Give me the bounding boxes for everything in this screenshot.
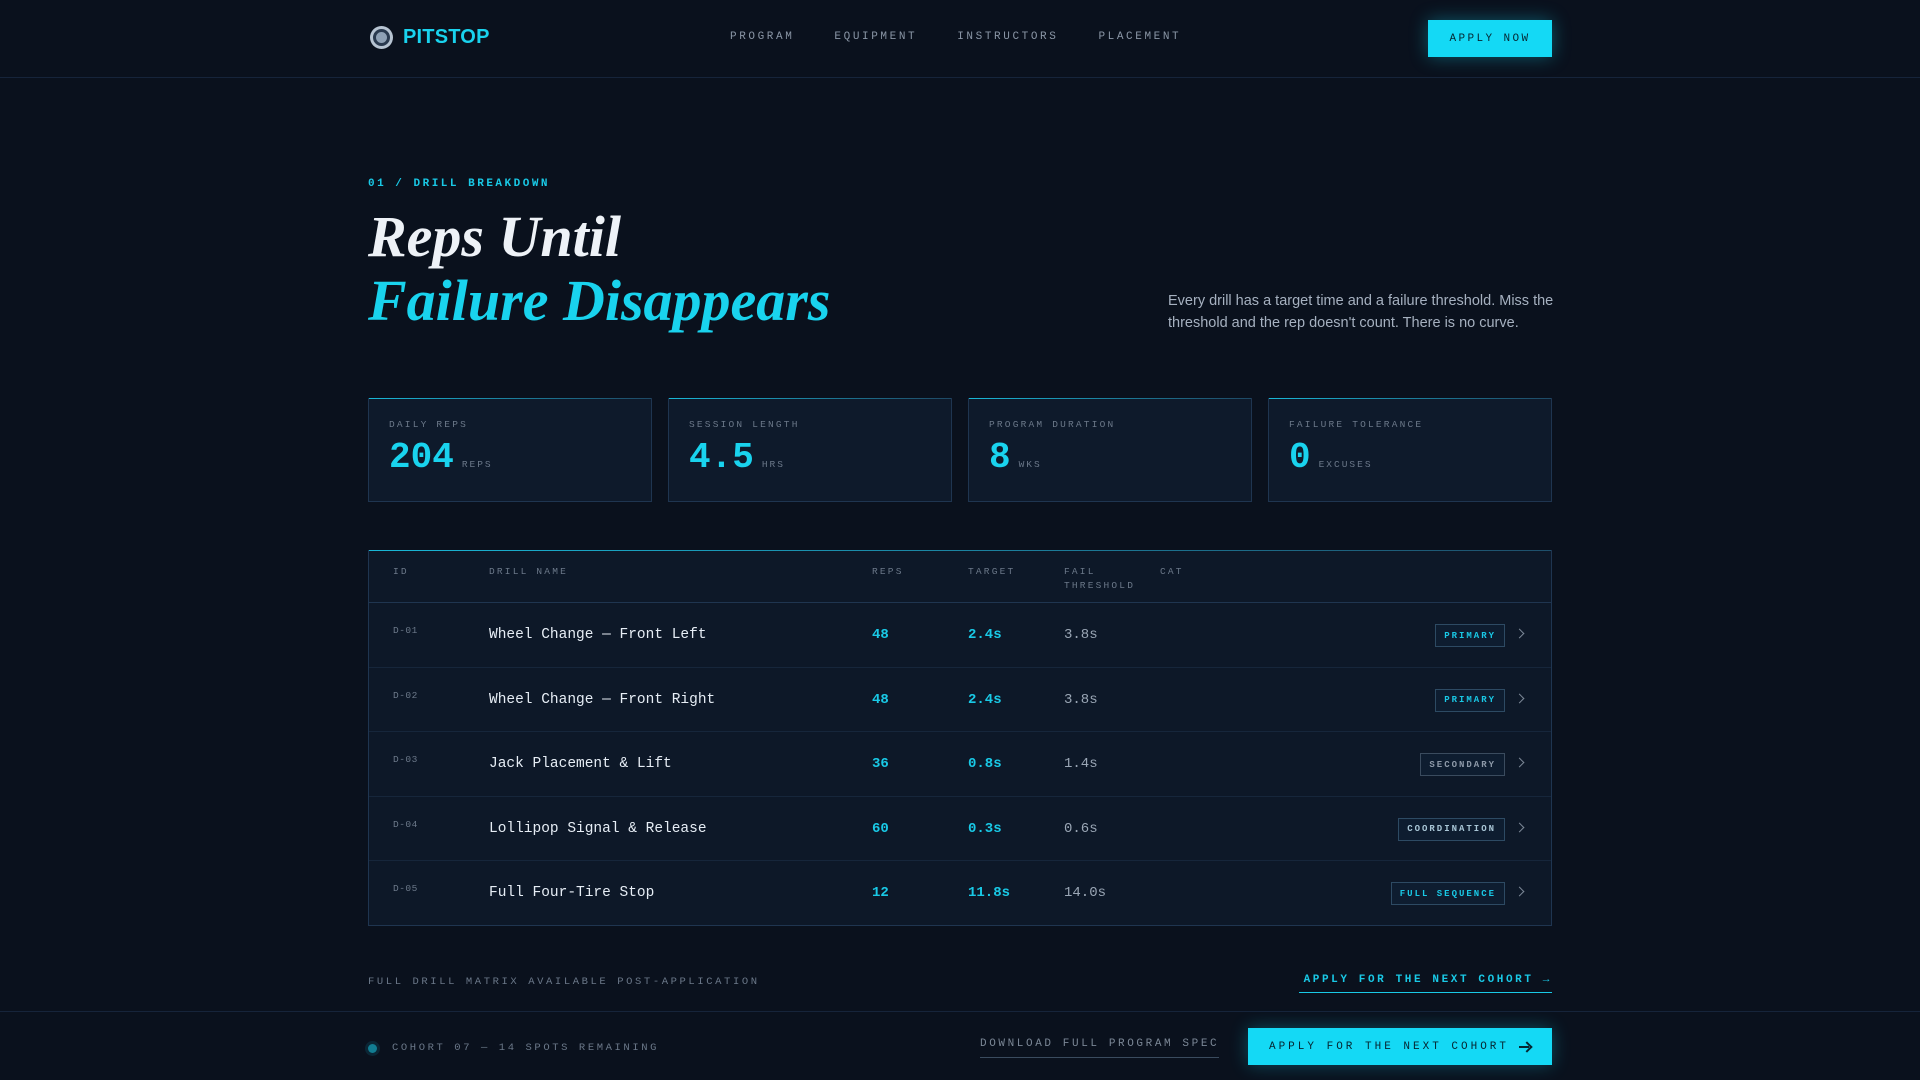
stats-row: DAILY REPS 204 REPS SESSION LENGTH 4.5 H… bbox=[368, 398, 1552, 502]
drill-name: Jack Placement & Lift bbox=[489, 756, 672, 772]
column-header-fail: FAIL bbox=[1064, 566, 1096, 577]
chevron-right-icon[interactable] bbox=[1515, 627, 1525, 641]
stat-value: 204 bbox=[389, 437, 454, 478]
drill-id: D-01 bbox=[393, 625, 418, 636]
nav-equipment[interactable]: EQUIPMENT bbox=[834, 31, 917, 43]
stat-unit: EXCUSES bbox=[1318, 459, 1373, 470]
bottom-bar: COHORT 07 — 14 SPOTS REMAINING DOWNLOAD … bbox=[0, 1011, 1920, 1080]
column-header-drill-name: DRILL NAME bbox=[489, 566, 569, 577]
drill-reps: 48 bbox=[872, 627, 889, 643]
stat-label: FAILURE TOLERANCE bbox=[1289, 419, 1424, 430]
column-header-fail-threshold: FAIL THRESHOLD bbox=[1064, 565, 1135, 593]
chevron-right-icon[interactable] bbox=[1515, 821, 1525, 835]
apply-button-label: APPLY FOR THE NEXT COHORT bbox=[1268, 1040, 1510, 1053]
drill-fail-threshold: 3.8s bbox=[1064, 627, 1098, 643]
category-badge: COORDINATION bbox=[1398, 817, 1505, 841]
chevron-right-icon[interactable] bbox=[1515, 885, 1525, 899]
title-line-2: Failure Disappears bbox=[368, 268, 831, 333]
stat-card-failure-tolerance: FAILURE TOLERANCE 0 EXCUSES bbox=[1268, 398, 1552, 502]
drill-id: D-04 bbox=[393, 818, 418, 830]
page-title: Reps Until Failure Disappears bbox=[368, 205, 830, 333]
brand-logo[interactable]: PITSTOP bbox=[370, 26, 490, 49]
nav-instructors[interactable]: INSTRUCTORS bbox=[957, 31, 1058, 43]
column-header-reps: REPS bbox=[872, 566, 904, 577]
drill-reps: 60 bbox=[872, 820, 889, 837]
drill-reps: 36 bbox=[872, 756, 889, 772]
drill-name: Wheel Change — Front Left bbox=[489, 627, 707, 643]
drill-name: Wheel Change — Front Right bbox=[489, 691, 716, 708]
drill-table: ID DRILL NAME REPS TARGET FAIL THRESHOLD… bbox=[368, 550, 1552, 926]
drill-reps: 48 bbox=[872, 691, 889, 708]
status-dot-icon bbox=[368, 1044, 377, 1053]
apply-next-cohort-button[interactable]: APPLY FOR THE NEXT COHORT bbox=[1248, 1028, 1552, 1065]
stat-card-program-duration: PROGRAM DURATION 8 WKS bbox=[968, 398, 1252, 502]
column-header-id: ID bbox=[393, 566, 409, 577]
stat-unit: HRS bbox=[761, 459, 785, 470]
drill-target: 2.4s bbox=[968, 691, 1002, 708]
apply-next-cohort-link[interactable]: APPLY FOR THE NEXT COHORT → bbox=[1299, 974, 1552, 993]
brand-name: PITSTOP bbox=[403, 26, 490, 48]
apply-now-button[interactable]: APPLY NOW bbox=[1428, 20, 1552, 57]
drill-id: D-02 bbox=[393, 689, 418, 701]
category-badge: FULL SEQUENCE bbox=[1390, 882, 1505, 905]
stat-value: 0 bbox=[1289, 437, 1311, 478]
drill-target: 0.3s bbox=[968, 820, 1002, 837]
chevron-right-icon[interactable] bbox=[1515, 692, 1525, 706]
tire-icon bbox=[370, 26, 393, 49]
nav-program[interactable]: PROGRAM bbox=[730, 31, 794, 43]
column-header-target: TARGET bbox=[968, 566, 1016, 577]
stat-card-daily-reps: DAILY REPS 204 REPS bbox=[368, 398, 652, 502]
drill-fail-threshold: 14.0s bbox=[1064, 885, 1107, 901]
drill-reps: 12 bbox=[872, 885, 889, 901]
category-badge: SECONDARY bbox=[1420, 753, 1505, 776]
category-badge: PRIMARY bbox=[1435, 688, 1505, 712]
stat-unit: REPS bbox=[461, 459, 493, 470]
drill-name: Full Four-Tire Stop bbox=[489, 885, 655, 901]
cohort-status: COHORT 07 — 14 SPOTS REMAINING bbox=[392, 1042, 660, 1054]
category-badge: PRIMARY bbox=[1435, 624, 1505, 647]
table-row[interactable]: D-03 Jack Placement & Lift 36 0.8s 1.4s … bbox=[369, 732, 1551, 797]
table-row[interactable]: D-01 Wheel Change — Front Left 48 2.4s 3… bbox=[369, 603, 1551, 668]
drill-id: D-05 bbox=[393, 883, 418, 894]
table-header: ID DRILL NAME REPS TARGET FAIL THRESHOLD… bbox=[369, 551, 1551, 603]
chevron-right-icon[interactable] bbox=[1515, 756, 1525, 770]
arrow-right-icon bbox=[1519, 1042, 1531, 1052]
matrix-note: FULL DRILL MATRIX AVAILABLE POST-APPLICA… bbox=[368, 976, 760, 988]
table-row[interactable]: D-02 Wheel Change — Front Right 48 2.4s … bbox=[369, 668, 1551, 732]
drill-target: 2.4s bbox=[968, 627, 1002, 643]
stat-card-session-length: SESSION LENGTH 4.5 HRS bbox=[668, 398, 952, 502]
hero-description: Every drill has a target time and a fail… bbox=[1168, 293, 1554, 331]
column-header-cat: CAT bbox=[1160, 566, 1184, 577]
nav-placement[interactable]: PLACEMENT bbox=[1098, 31, 1181, 43]
table-row[interactable]: D-05 Full Four-Tire Stop 12 11.8s 14.0s … bbox=[369, 861, 1551, 926]
stat-label: SESSION LENGTH bbox=[689, 419, 800, 430]
drill-fail-threshold: 1.4s bbox=[1064, 756, 1098, 772]
drill-target: 0.8s bbox=[968, 756, 1002, 772]
site-header: PITSTOP PROGRAM EQUIPMENT INSTRUCTORS PL… bbox=[0, 0, 1920, 78]
stat-label: DAILY REPS bbox=[389, 419, 469, 430]
drill-name: Lollipop Signal & Release bbox=[489, 820, 707, 837]
stat-label: PROGRAM DURATION bbox=[989, 419, 1116, 430]
column-header-threshold: THRESHOLD bbox=[1064, 580, 1136, 591]
stat-value: 4.5 bbox=[689, 437, 754, 478]
stat-unit: WKS bbox=[1018, 459, 1042, 470]
section-eyebrow: 01 / DRILL BREAKDOWN bbox=[368, 178, 551, 190]
title-line-1: Reps Until bbox=[368, 204, 621, 269]
drill-id: D-03 bbox=[393, 754, 418, 765]
download-spec-link[interactable]: DOWNLOAD FULL PROGRAM SPEC bbox=[980, 1038, 1220, 1058]
drill-fail-threshold: 0.6s bbox=[1064, 820, 1098, 837]
main-nav: PROGRAM EQUIPMENT INSTRUCTORS PLACEMENT bbox=[730, 31, 1181, 43]
drill-fail-threshold: 3.8s bbox=[1064, 691, 1098, 708]
drill-target: 11.8s bbox=[968, 885, 1011, 901]
stat-value: 8 bbox=[989, 437, 1011, 478]
table-row[interactable]: D-04 Lollipop Signal & Release 60 0.3s 0… bbox=[369, 797, 1551, 861]
